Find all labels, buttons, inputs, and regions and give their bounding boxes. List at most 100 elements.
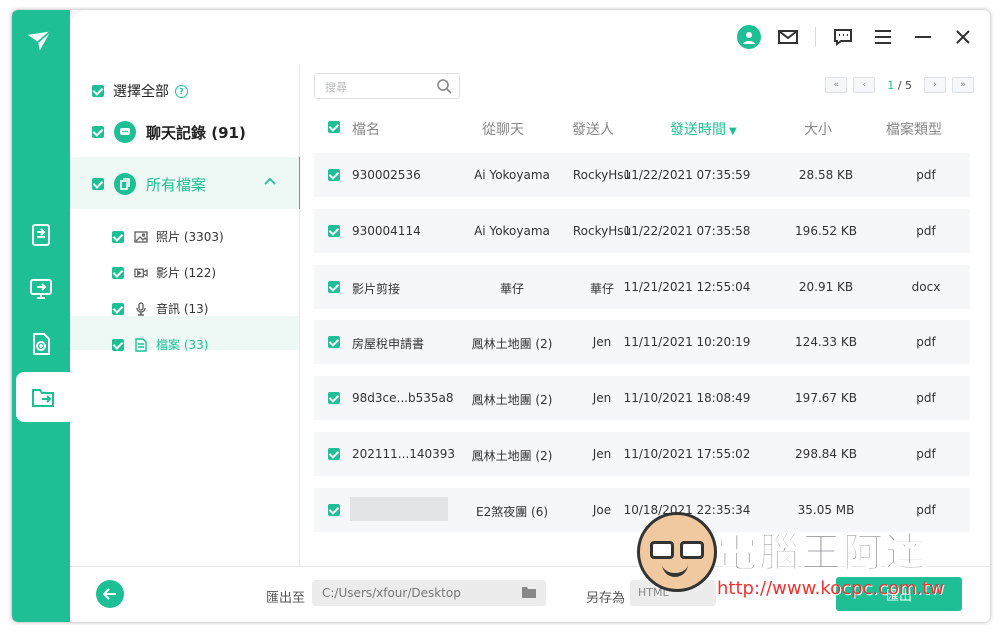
- column-size[interactable]: 大小: [804, 119, 832, 139]
- export-icon[interactable]: [16, 372, 70, 422]
- column-sent-time[interactable]: 發送時間 ▼: [670, 119, 737, 139]
- subcategory-audio[interactable]: 音訊 (13): [112, 300, 208, 317]
- backup-icon[interactable]: [12, 319, 70, 369]
- cell-size: 35.05 MB: [797, 502, 855, 517]
- table-row[interactable]: E2煞夜團 (6) Joe 10/18/2021 22:35:34 35.05 MB p…: [314, 487, 970, 532]
- subcategory-videos[interactable]: 影片 (122): [112, 264, 216, 281]
- table-row[interactable]: 98d3ce...b535a8 鳳林土地團 (2) Jen 11/10/2021 18…: [314, 376, 970, 421]
- top-strip: [0, 0, 1000, 8]
- document-icon: [134, 337, 148, 352]
- table-row[interactable]: 930002536 Ai Yokoyama RockyHsu 11/22/2021 0…: [314, 153, 970, 197]
- format-value: HTML: [638, 586, 669, 599]
- checkbox-icon[interactable]: [112, 338, 124, 351]
- checkbox-icon[interactable]: [112, 266, 124, 279]
- cell-file-type: pdf: [916, 223, 936, 238]
- all-files-label: 所有檔案: [146, 175, 207, 194]
- sort-desc-icon: ▼: [729, 126, 737, 137]
- chat-bubble-icon: [114, 121, 136, 143]
- table-row[interactable]: 影片剪接 華仔 華仔 11/21/2021 12:55:04 20.91 KB docx: [314, 264, 970, 309]
- chat-transfer-icon[interactable]: [12, 210, 70, 260]
- checkbox-icon[interactable]: [92, 126, 104, 138]
- column-from-chat[interactable]: 從聊天: [482, 119, 524, 139]
- current-page: 1: [887, 78, 895, 92]
- sent-time-label: 發送時間: [670, 122, 726, 138]
- subcategory-documents[interactable]: 檔案 (33): [112, 336, 208, 353]
- row-checkbox[interactable]: [328, 392, 340, 405]
- cell-file-name: 房屋稅申請書: [352, 337, 425, 352]
- help-icon[interactable]: ?: [175, 84, 188, 98]
- checkbox-icon[interactable]: [112, 302, 124, 315]
- search-placeholder: 搜尋: [325, 81, 347, 94]
- column-name[interactable]: 檔名: [352, 119, 380, 139]
- pagination: « ‹ 1 / 5 › »: [825, 77, 974, 93]
- chevron-up-icon[interactable]: [264, 174, 276, 188]
- select-all-label: 選擇全部: [113, 84, 169, 100]
- category-sidebar: 選擇全部 ? 聊天記錄 (91) 所有檔案 照片 (3303) 影片 (122)…: [70, 65, 302, 567]
- column-file-type[interactable]: 檔案類型: [886, 119, 942, 139]
- cell-sent-time: 11/21/2021 12:55:04: [623, 279, 751, 294]
- cell-sent-time: 11/22/2021 07:35:59: [623, 168, 751, 182]
- row-checkbox[interactable]: [328, 336, 340, 349]
- row-checkbox[interactable]: [328, 224, 340, 237]
- file-list-area: 搜尋 « ‹ 1 / 5 › » 檔名 從聊天 發送人 發送時間 ▼ 大小 檔案類…: [300, 65, 990, 567]
- menu-icon[interactable]: [870, 24, 896, 50]
- mail-icon[interactable]: [775, 24, 801, 50]
- cell-from-chat: 華仔: [499, 281, 524, 296]
- prev-page-button[interactable]: ‹: [853, 77, 876, 93]
- search-input[interactable]: 搜尋: [314, 73, 460, 99]
- category-chat-history[interactable]: 聊天記錄 (91): [92, 121, 246, 143]
- table-row[interactable]: 202111...140393 鳳林土地團 (2) Jen 11/10/2021 17…: [314, 432, 970, 476]
- next-page-button[interactable]: ›: [924, 77, 946, 93]
- table-header: 檔名 從聊天 發送人 發送時間 ▼ 大小 檔案類型: [314, 115, 970, 139]
- cell-from-chat: E2煞夜團 (6): [475, 504, 549, 519]
- folder-icon[interactable]: [522, 586, 536, 598]
- subcategory-label: 檔案 (33): [156, 338, 209, 352]
- main-panel: 選擇全部 ? 聊天記錄 (91) 所有檔案 照片 (3303) 影片 (122)…: [70, 10, 990, 622]
- cell-size: 197.67 KB: [795, 391, 857, 406]
- column-sender[interactable]: 發送人: [572, 119, 614, 139]
- user-avatar-icon[interactable]: [737, 25, 761, 49]
- select-all-checkbox[interactable]: 選擇全部 ?: [92, 81, 188, 101]
- row-checkbox[interactable]: [328, 280, 340, 293]
- export-button[interactable]: 匯出: [836, 577, 962, 611]
- close-icon[interactable]: [950, 24, 976, 50]
- row-checkbox[interactable]: [328, 448, 340, 460]
- checkbox-icon[interactable]: [112, 230, 124, 243]
- format-select[interactable]: HTML: [630, 580, 716, 606]
- row-checkbox[interactable]: [328, 169, 340, 181]
- cell-sent-time: 11/22/2021 07:35:58: [623, 223, 751, 238]
- export-path-field[interactable]: C:/Users/xfour/Desktop: [312, 580, 546, 606]
- cell-file-type: docx: [911, 279, 941, 294]
- category-all-files[interactable]: 所有檔案: [92, 173, 276, 195]
- checkbox-icon[interactable]: [92, 178, 104, 190]
- video-icon: [134, 266, 148, 280]
- subcategory-label: 影片 (122): [156, 266, 217, 280]
- cell-file-name: 202111...140393: [352, 447, 456, 461]
- checkbox-icon[interactable]: [92, 85, 104, 97]
- cell-file-type: pdf: [916, 335, 936, 350]
- back-arrow-icon[interactable]: [96, 580, 124, 608]
- save-as-label: 另存為: [586, 591, 626, 606]
- header-checkbox[interactable]: [328, 121, 340, 133]
- minimize-icon[interactable]: [910, 24, 936, 50]
- subcategory-photos[interactable]: 照片 (3303): [112, 228, 224, 245]
- cell-from-chat: 鳳林土地團 (2): [471, 393, 553, 408]
- first-page-button[interactable]: «: [825, 77, 848, 93]
- search-icon[interactable]: [436, 78, 452, 94]
- cell-sent-time: 11/11/2021 10:20:19: [623, 335, 751, 350]
- cell-file-type: pdf: [916, 502, 936, 517]
- export-path-value: C:/Users/xfour/Desktop: [322, 586, 461, 600]
- redacted-file-name: [350, 496, 448, 521]
- cell-size: 196.52 KB: [795, 223, 857, 238]
- last-page-button[interactable]: »: [952, 77, 974, 93]
- table-row[interactable]: 930004114 Ai Yokoyama RockyHsu 11/22/2021 0…: [314, 208, 970, 253]
- left-rail: [12, 10, 70, 622]
- cell-from-chat: Ai Yokoyama: [474, 168, 550, 182]
- feedback-icon[interactable]: [830, 24, 856, 50]
- device-transfer-icon[interactable]: [12, 264, 70, 314]
- table-row[interactable]: 房屋稅申請書 鳳林土地團 (2) Jen 11/11/2021 10:20:19 124…: [314, 320, 970, 365]
- subcategory-label: 照片 (3303): [156, 230, 224, 244]
- cell-sent-time: 11/10/2021 17:55:02: [623, 447, 751, 461]
- cell-sent-time: 11/10/2021 18:08:49: [623, 391, 751, 406]
- row-checkbox[interactable]: [328, 503, 340, 516]
